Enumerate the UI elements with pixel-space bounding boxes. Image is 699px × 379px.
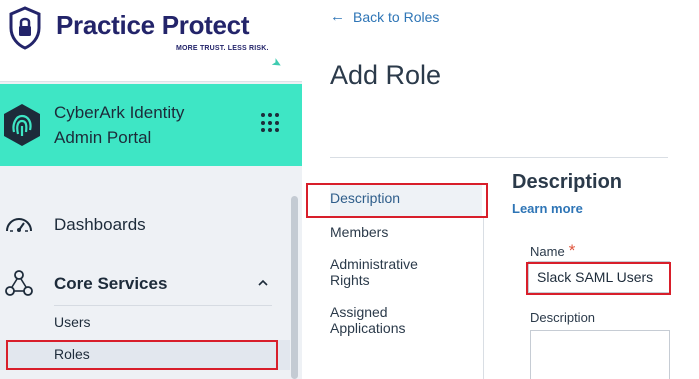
- pin-icon: ➤: [269, 54, 285, 72]
- app-launcher-icon[interactable]: [261, 113, 281, 133]
- main-content: ← Back to Roles Add Role Description Mem…: [302, 0, 699, 379]
- sidebar-item-roles[interactable]: Roles: [54, 346, 90, 362]
- tabs-divider: [483, 218, 484, 379]
- required-marker: *: [568, 241, 576, 260]
- sidebar-item-core-services[interactable]: Core Services: [0, 264, 290, 304]
- sidebar-item-dashboards[interactable]: Dashboards: [0, 205, 290, 245]
- sidebar: Practice Protect MORE TRUST. LESS RISK. …: [0, 0, 302, 379]
- arrow-left-icon: ←: [330, 8, 345, 25]
- name-label-text: Name: [530, 244, 565, 259]
- tab-assigned-applications[interactable]: Assigned Applications: [330, 304, 450, 336]
- app-window: Practice Protect MORE TRUST. LESS RISK. …: [0, 0, 699, 379]
- name-field-label: Name *: [530, 241, 575, 261]
- description-field-label: Description: [530, 310, 596, 325]
- sidebar-item-roles-row: [0, 340, 290, 370]
- portal-title: CyberArk Identity Admin Portal: [54, 103, 185, 147]
- brand-name: Practice Protect: [56, 10, 250, 40]
- tab-description[interactable]: Description: [330, 190, 480, 206]
- tab-administrative-rights[interactable]: Administrative Rights: [330, 256, 450, 288]
- description-field[interactable]: [530, 330, 670, 379]
- fingerprint-icon: [4, 104, 40, 146]
- name-field[interactable]: Slack SAML Users: [528, 261, 670, 293]
- back-link-label: Back to Roles: [353, 8, 440, 25]
- shield-lock-icon: [9, 6, 41, 50]
- chevron-up-icon[interactable]: [257, 277, 269, 289]
- divider: [330, 157, 668, 158]
- sidebar-item-label: Dashboards: [54, 215, 146, 234]
- back-to-roles-link[interactable]: ← Back to Roles: [330, 8, 439, 25]
- section-title: Description: [512, 171, 623, 193]
- page-title: Add Role: [330, 60, 442, 90]
- sidebar-scrollbar[interactable]: [291, 196, 298, 379]
- tab-members[interactable]: Members: [330, 224, 450, 240]
- sidebar-item-label: Core Services: [54, 274, 168, 293]
- portal-header: CyberArk Identity Admin Portal: [0, 84, 302, 166]
- gauge-icon: [6, 218, 32, 232]
- learn-more-link[interactable]: Learn more: [512, 201, 583, 216]
- sidebar-item-users[interactable]: Users: [54, 314, 91, 330]
- divider: [54, 305, 272, 306]
- network-nodes-icon: [5, 270, 33, 296]
- brand-header: Practice Protect MORE TRUST. LESS RISK. …: [0, 0, 302, 82]
- brand-tagline: MORE TRUST. LESS RISK.: [176, 45, 269, 52]
